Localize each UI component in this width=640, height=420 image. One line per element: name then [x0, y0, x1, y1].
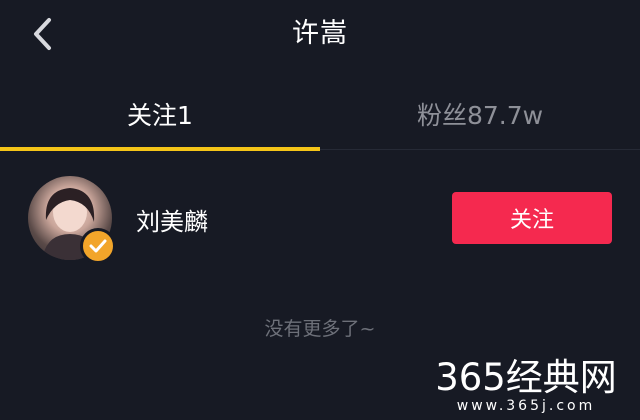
check-badge-icon	[89, 239, 107, 253]
following-screen: 许嵩 关注1 粉丝87.7w 刘美麟 关注 没有更多了~ 365经典网 www.…	[0, 0, 640, 420]
tab-bar: 关注1 粉丝87.7w	[0, 80, 640, 152]
tab-fans[interactable]: 粉丝87.7w	[320, 80, 640, 148]
follow-button[interactable]: 关注	[452, 192, 612, 244]
watermark-sub: www.365j.com	[456, 398, 596, 414]
list-item[interactable]: 刘美麟 关注	[0, 172, 640, 264]
watermark: 365经典网 www.365j.com	[426, 356, 626, 415]
header: 许嵩	[0, 0, 640, 72]
tab-active-indicator	[0, 147, 320, 151]
tab-following[interactable]: 关注1	[0, 80, 320, 148]
tab-divider	[320, 149, 640, 150]
verified-badge	[80, 228, 116, 264]
user-name[interactable]: 刘美麟	[136, 202, 208, 237]
list-end-text: 没有更多了~	[264, 318, 376, 340]
watermark-main: 365经典网	[435, 356, 617, 399]
page-title: 许嵩	[292, 18, 348, 49]
